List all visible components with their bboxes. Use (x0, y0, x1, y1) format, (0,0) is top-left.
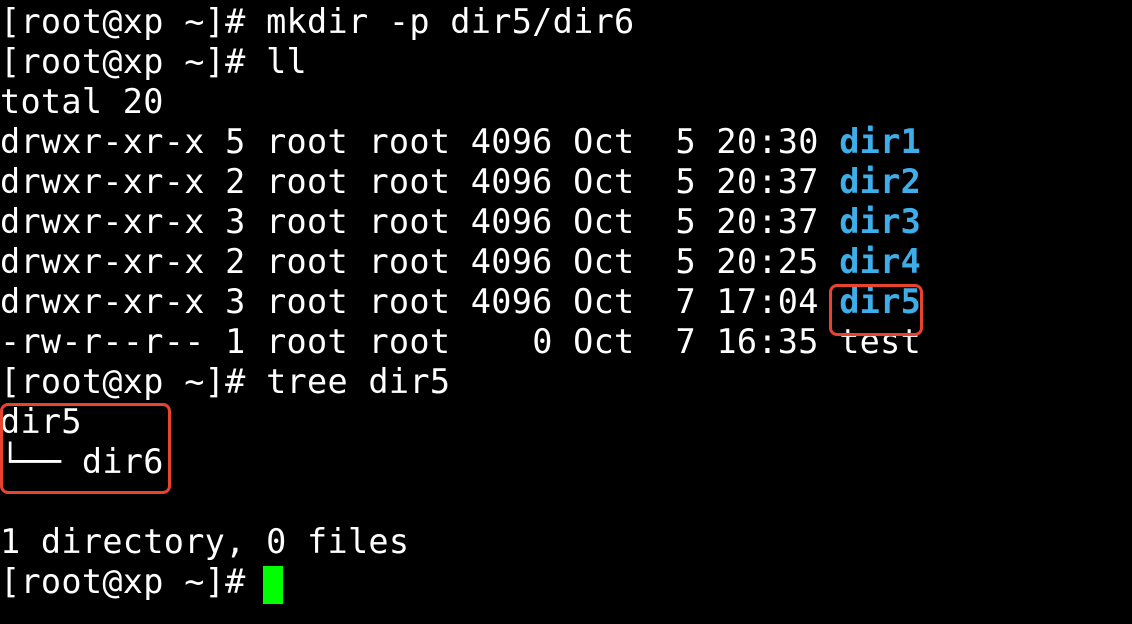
directory-name: dir4 (839, 242, 922, 281)
command-line: [root@xp ~]# (0, 562, 266, 602)
month: Oct (573, 162, 635, 201)
listing-row: drwxr-xr-x 2 root root 4096 Oct 5 20:37 … (0, 162, 921, 202)
perms: drwxr-xr-x (0, 282, 205, 321)
day: 5 (675, 242, 696, 281)
owner: root (266, 202, 348, 241)
group: root (368, 322, 451, 361)
time: 20:25 (716, 242, 819, 281)
links: 3 (225, 202, 246, 241)
month: Oct (573, 322, 635, 361)
owner: root (266, 162, 348, 201)
terminal-window[interactable]: [root@xp ~]# mkdir -p dir5/dir6 [root@xp … (0, 0, 1132, 624)
owner: root (266, 322, 348, 361)
listing-row: drwxr-xr-x 3 root root 4096 Oct 5 20:37 … (0, 202, 921, 242)
owner: root (266, 242, 348, 281)
day: 7 (675, 322, 696, 361)
perms: -rw-r--r-- (0, 322, 205, 361)
file-name: test (839, 322, 922, 361)
command-line: [root@xp ~]# ll (0, 42, 307, 82)
day: 5 (675, 122, 696, 161)
day: 5 (675, 202, 696, 241)
listing-row: drwxr-xr-x 2 root root 4096 Oct 5 20:25 … (0, 242, 921, 282)
shell-prompt: [root@xp ~]# (0, 562, 267, 601)
output-line: dir5 (0, 402, 82, 442)
day: 7 (675, 282, 696, 321)
time: 17:04 (716, 282, 819, 321)
output-text: 1 directory, 0 files (0, 522, 410, 561)
size: 4096 (470, 282, 553, 321)
time: 20:37 (716, 162, 819, 201)
command-line: [root@xp ~]# tree dir5 (0, 362, 450, 402)
directory-name: dir2 (839, 162, 922, 201)
perms: drwxr-xr-x (0, 122, 205, 161)
listing-row: -rw-r--r-- 1 root root 0 Oct 7 16:35 tes… (0, 322, 921, 362)
owner: root (266, 282, 348, 321)
group: root (368, 162, 451, 201)
month: Oct (573, 242, 635, 281)
shell-prompt: [root@xp ~]# (0, 2, 267, 41)
output-line: total 20 (0, 82, 164, 122)
time: 16:35 (716, 322, 819, 361)
links: 2 (225, 242, 246, 281)
perms: drwxr-xr-x (0, 162, 205, 201)
owner: root (266, 122, 348, 161)
output-line: 1 directory, 0 files (0, 522, 409, 562)
directory-name: dir5 (839, 282, 922, 321)
size: 4096 (470, 122, 553, 161)
time: 20:37 (716, 202, 819, 241)
size: 4096 (470, 242, 553, 281)
perms: drwxr-xr-x (0, 242, 205, 281)
output-text: total 20 (0, 82, 164, 121)
terminal-cursor (263, 566, 283, 604)
links: 5 (225, 122, 246, 161)
command-text: mkdir -p dir5/dir6 (266, 2, 635, 41)
directory-name: dir1 (839, 122, 922, 161)
group: root (368, 282, 451, 321)
day: 5 (675, 162, 696, 201)
time: 20:30 (716, 122, 819, 161)
shell-prompt: [root@xp ~]# (0, 362, 267, 401)
listing-row: drwxr-xr-x 3 root root 4096 Oct 7 17:04 … (0, 282, 921, 322)
perms: drwxr-xr-x (0, 202, 205, 241)
size: 4096 (470, 162, 553, 201)
links: 3 (225, 282, 246, 321)
listing-row: drwxr-xr-x 5 root root 4096 Oct 5 20:30 … (0, 122, 921, 162)
size: 0 (532, 322, 553, 361)
command-text: tree dir5 (266, 362, 451, 401)
month: Oct (573, 282, 635, 321)
group: root (368, 242, 451, 281)
output-text: dir5 (0, 402, 82, 441)
command-text: ll (266, 42, 308, 81)
group: root (368, 122, 451, 161)
links: 1 (225, 322, 246, 361)
directory-name: dir3 (839, 202, 922, 241)
output-text: └── dir6 (0, 442, 164, 481)
size: 4096 (470, 202, 553, 241)
shell-prompt: [root@xp ~]# (0, 42, 267, 81)
month: Oct (573, 202, 635, 241)
links: 2 (225, 162, 246, 201)
month: Oct (573, 122, 635, 161)
command-line: [root@xp ~]# mkdir -p dir5/dir6 (0, 2, 635, 42)
output-line: └── dir6 (0, 442, 164, 482)
group: root (368, 202, 451, 241)
